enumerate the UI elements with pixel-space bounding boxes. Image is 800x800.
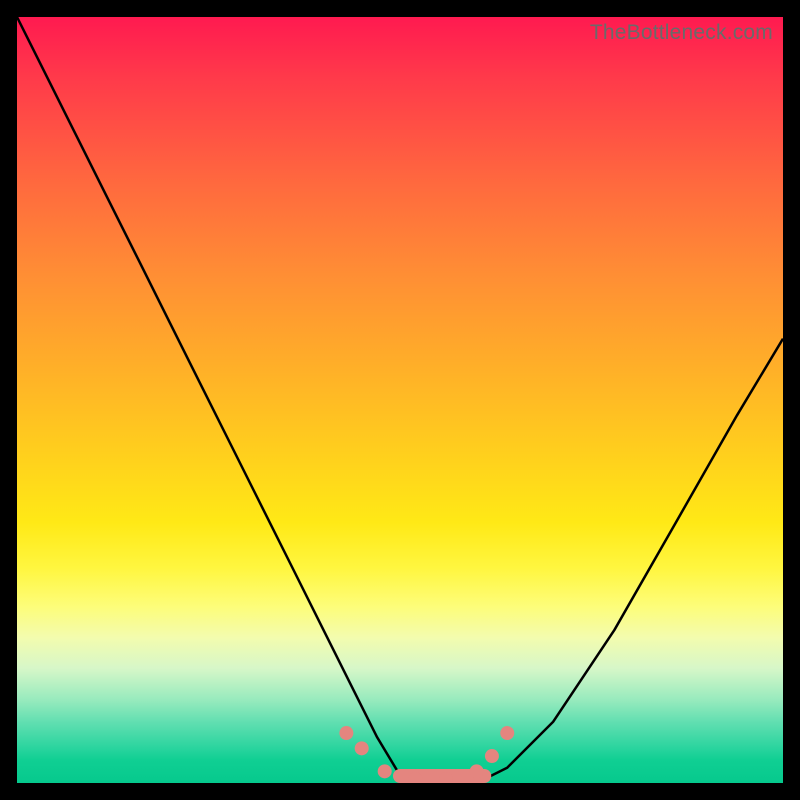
curve-marker <box>485 749 499 763</box>
curve-marker <box>470 764 484 778</box>
plot-area: TheBottleneck.com <box>17 17 783 783</box>
bottleneck-curve <box>17 17 783 783</box>
curve-marker <box>339 726 353 740</box>
curve-marker <box>378 764 392 778</box>
curve-marker <box>500 726 514 740</box>
curve-marker <box>355 741 369 755</box>
